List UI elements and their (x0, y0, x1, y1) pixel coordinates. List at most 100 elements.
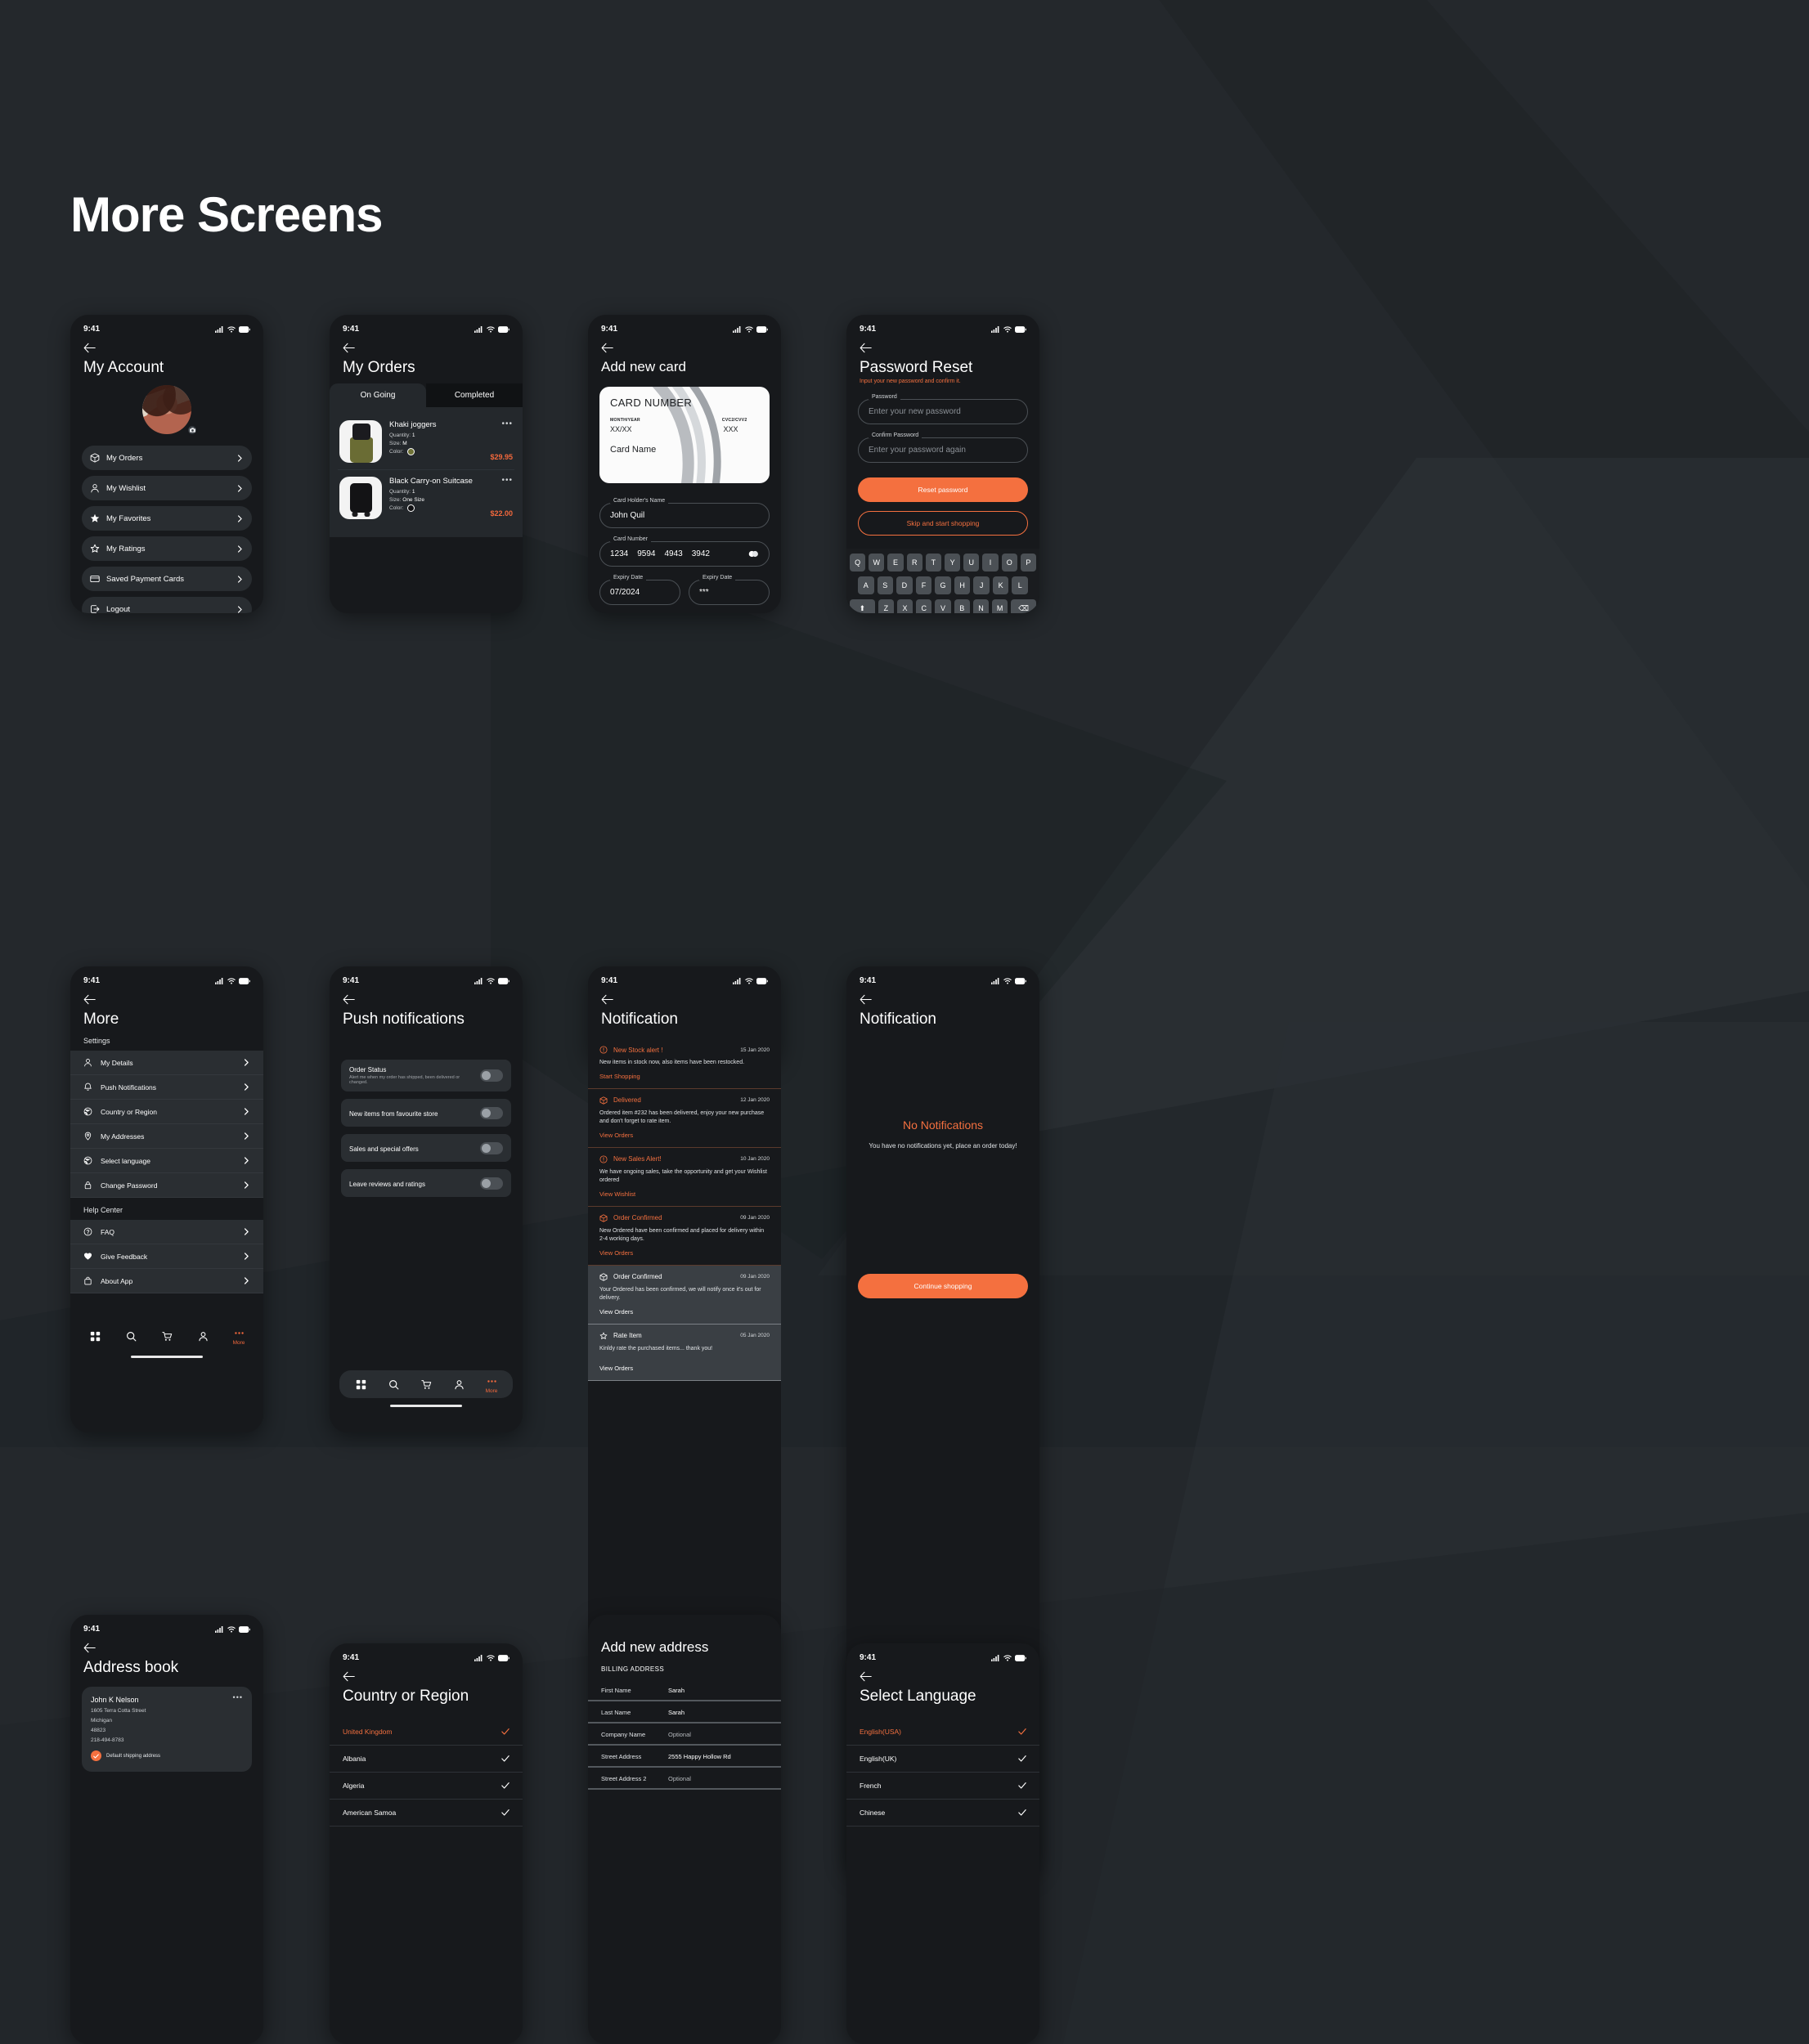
tab-more[interactable]: More (223, 1328, 254, 1346)
key-t[interactable]: T (925, 554, 941, 572)
key-i[interactable]: I (982, 554, 999, 572)
settings-item-push-notifications[interactable]: Push Notifications (70, 1075, 263, 1100)
toggle-switch[interactable] (480, 1069, 503, 1082)
back-button[interactable] (70, 988, 263, 1007)
key-j[interactable]: J (973, 576, 990, 594)
toggle-row-reviews-ratings[interactable]: Leave reviews and ratings (341, 1169, 511, 1197)
form-row-street-address-2[interactable]: Street Address 2 Optional (588, 1768, 781, 1790)
language-item-french[interactable]: French (846, 1773, 1039, 1800)
settings-item-my-addresses[interactable]: My Addresses (70, 1124, 263, 1149)
back-button[interactable] (846, 337, 1039, 356)
country-item-united-kingdom[interactable]: United Kingdom (330, 1719, 523, 1746)
card-number-field[interactable]: Card Number 1234 9594 4943 3942 (599, 536, 770, 567)
key-k[interactable]: K (992, 576, 1009, 594)
key-s[interactable]: S (877, 576, 894, 594)
notification-item[interactable]: New Sales Alert! 10 Jan 2020 We have ong… (588, 1148, 781, 1207)
order-row[interactable]: Black Carry-on Suitcase Quantity: 1 Size… (338, 469, 514, 526)
default-shipping-row[interactable]: Default shipping address (91, 1750, 243, 1761)
order-row[interactable]: Khaki joggers Quantity: 1 Size: M Color:… (338, 414, 514, 469)
back-button[interactable] (588, 988, 781, 1007)
settings-item-country-or-region[interactable]: Country or Region (70, 1100, 263, 1124)
key-z[interactable]: Z (878, 599, 894, 613)
password-field[interactable]: Password Enter your new password (858, 394, 1028, 424)
form-row-street-address[interactable]: Street Address 2555 Happy Hollow Rd (588, 1746, 781, 1768)
key-a[interactable]: A (857, 576, 874, 594)
back-button[interactable] (846, 1665, 1039, 1684)
key-r[interactable]: R (906, 554, 922, 572)
back-button[interactable] (330, 988, 523, 1007)
account-item-saved-payment-cards[interactable]: Saved Payment Cards (82, 567, 252, 591)
account-item-my-wishlist[interactable]: My Wishlist (82, 476, 252, 500)
notification-link[interactable]: View Wishlist (599, 1190, 770, 1198)
notification-item[interactable]: Order Confirmed 09 Jan 2020 New Ordered … (588, 1207, 781, 1266)
key-g[interactable]: G (935, 576, 951, 594)
key-p[interactable]: P (1020, 554, 1037, 572)
tab-cart[interactable] (151, 1331, 182, 1343)
settings-item-change-password[interactable]: Change Password (70, 1173, 263, 1198)
key-c[interactable]: C (916, 599, 932, 613)
key-e[interactable]: E (887, 554, 904, 572)
tab-more[interactable]: More (476, 1376, 507, 1394)
address-card[interactable]: John K Nelson ••• 1605 Terra Cotta Stree… (82, 1687, 252, 1772)
account-item-my-orders[interactable]: My Orders (82, 446, 252, 470)
tab-home[interactable] (345, 1379, 376, 1392)
back-button[interactable] (330, 337, 523, 356)
settings-item-my-details[interactable]: My Details (70, 1051, 263, 1075)
back-button[interactable] (70, 337, 263, 356)
reset-password-button[interactable]: Reset password (858, 477, 1028, 502)
tab-completed[interactable]: Completed (426, 383, 523, 407)
back-button[interactable] (588, 337, 781, 356)
key-u[interactable]: U (963, 554, 980, 572)
language-item-english-uk[interactable]: English(UK) (846, 1746, 1039, 1773)
key-f[interactable]: F (915, 576, 932, 594)
notification-link[interactable]: View Orders (599, 1365, 770, 1372)
notification-item[interactable]: Rate Item 05 Jan 2020 Kinldy rate the pu… (588, 1324, 781, 1381)
key-x[interactable]: X (896, 599, 913, 613)
backspace-key[interactable]: ⌫ (1011, 599, 1037, 613)
skip-and-start-shopping-button[interactable]: Skip and start shopping (858, 511, 1028, 536)
key-o[interactable]: O (1001, 554, 1017, 572)
tab-account[interactable] (187, 1331, 218, 1343)
account-item-my-favorites[interactable]: My Favorites (82, 506, 252, 531)
toggle-row-new-items[interactable]: New items from favourite store (341, 1099, 511, 1127)
notification-link[interactable]: View Orders (599, 1132, 770, 1139)
toggle-switch[interactable] (480, 1141, 503, 1154)
back-button[interactable] (330, 1665, 523, 1684)
settings-item-select-language[interactable]: Select language (70, 1149, 263, 1173)
address-menu-button[interactable]: ••• (233, 1694, 243, 1701)
back-button[interactable] (846, 988, 1039, 1007)
key-y[interactable]: Y (945, 554, 961, 572)
key-v[interactable]: V (935, 599, 951, 613)
tab-search[interactable] (378, 1379, 409, 1392)
change-photo-button[interactable] (186, 424, 198, 436)
notification-link[interactable]: View Orders (599, 1249, 770, 1257)
key-d[interactable]: D (896, 576, 913, 594)
account-item-logout[interactable]: Logout (82, 597, 252, 613)
key-b[interactable]: B (954, 599, 970, 613)
notification-link[interactable]: Start Shopping (599, 1073, 770, 1080)
notification-item[interactable]: Delivered 12 Jan 2020 Ordered item #232 … (588, 1089, 781, 1148)
key-m[interactable]: M (992, 599, 1008, 613)
form-row-first-name[interactable]: First Name Sarah (588, 1679, 781, 1701)
settings-item-about-app[interactable]: About App (70, 1269, 263, 1293)
key-n[interactable]: N (972, 599, 990, 613)
cvc-field[interactable]: Expiry Date *** (689, 575, 770, 605)
default-shipping-checkbox[interactable] (91, 1750, 101, 1761)
back-button[interactable] (70, 1637, 263, 1656)
tab-on-going[interactable]: On Going (330, 383, 426, 407)
shift-key[interactable]: ⬆ (849, 599, 875, 613)
expiry-date-field[interactable]: Expiry Date 07/2024 (599, 575, 680, 605)
toggle-row-order-status[interactable]: Order Status Alert me when my order has … (341, 1060, 511, 1091)
tab-account[interactable] (443, 1379, 474, 1392)
key-q[interactable]: Q (849, 554, 866, 572)
settings-item-faq[interactable]: FAQ (70, 1220, 263, 1244)
country-item-albania[interactable]: Albania (330, 1746, 523, 1773)
toggle-row-sales-offers[interactable]: Sales and special offers (341, 1134, 511, 1162)
language-item-english-usa[interactable]: English(USA) (846, 1719, 1039, 1746)
card-holder-name-field[interactable]: Card Holder's Name John Quil (599, 498, 770, 528)
key-h[interactable]: H (954, 576, 971, 594)
key-l[interactable]: L (1012, 576, 1029, 594)
key-w[interactable]: W (869, 554, 885, 572)
notification-link[interactable]: View Orders (599, 1308, 770, 1316)
toggle-switch[interactable] (480, 1177, 503, 1190)
